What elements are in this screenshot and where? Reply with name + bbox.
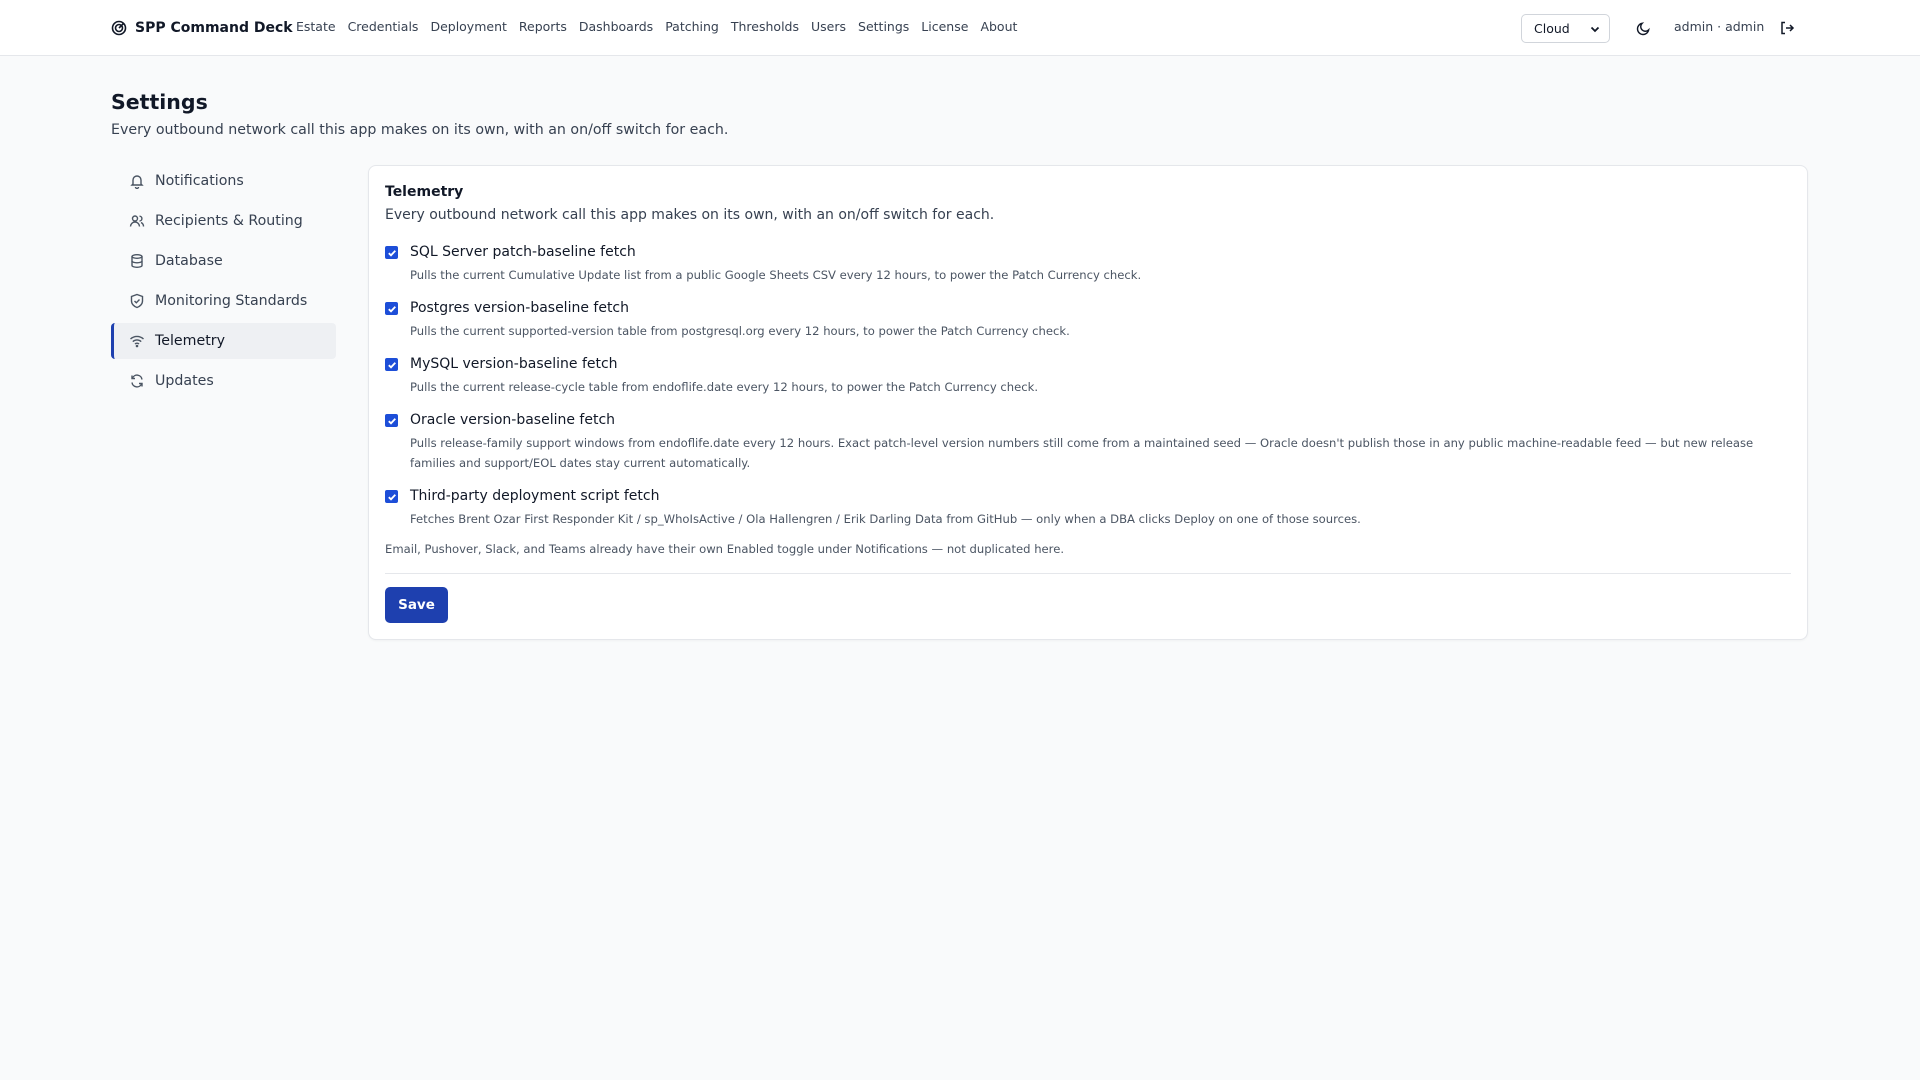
sidebar-item-recipients-routing[interactable]: Recipients & Routing	[111, 203, 336, 239]
check-icon	[387, 493, 396, 501]
option-label: Postgres version-baseline fetch	[410, 300, 630, 316]
sidebar-item-monitoring-standards[interactable]: Monitoring Standards	[111, 283, 336, 319]
environment-value: Cloud	[1534, 21, 1570, 36]
brand-name: SPP Command Deck	[135, 20, 293, 36]
option-label: Third-party deployment script fetch	[410, 488, 660, 504]
database-icon	[131, 254, 143, 268]
logout-button[interactable]	[1778, 19, 1796, 37]
page-subtitle: Every outbound network call this app mak…	[111, 122, 729, 138]
sidebar-item-label: Monitoring Standards	[155, 293, 308, 309]
sidebar-item-notifications[interactable]: Notifications	[111, 163, 336, 199]
sidebar-item-label: Recipients & Routing	[155, 213, 303, 229]
option-description: Pulls release-family support windows fro…	[410, 436, 1754, 470]
settings-sidebar: Notifications Recipients & Routing Datab…	[111, 163, 336, 403]
option-label: MySQL version-baseline fetch	[410, 356, 618, 372]
page-title: Settings	[111, 90, 208, 114]
sqlserver-baseline-checkbox[interactable]	[385, 246, 398, 259]
card-subtitle: Every outbound network call this app mak…	[385, 207, 995, 223]
moon-icon	[1636, 21, 1650, 35]
sidebar-item-label: Notifications	[155, 173, 244, 189]
postgres-baseline-checkbox[interactable]	[385, 302, 398, 315]
option-label: SQL Server patch-baseline fetch	[410, 244, 636, 260]
card-title: Telemetry	[385, 184, 464, 200]
nav-about[interactable]: About	[980, 19, 1017, 34]
sidebar-item-updates[interactable]: Updates	[111, 363, 336, 399]
nav-reports[interactable]: Reports	[519, 19, 567, 34]
nav-license[interactable]: License	[921, 19, 968, 34]
theme-toggle-button[interactable]	[1634, 19, 1652, 37]
telemetry-card: Telemetry Every outbound network call th…	[368, 165, 1808, 640]
check-icon	[387, 249, 396, 257]
sidebar-item-telemetry[interactable]: Telemetry	[111, 323, 336, 359]
bell-icon	[130, 175, 144, 189]
option-description: Pulls the current Cumulative Update list…	[410, 268, 1142, 282]
radar-icon	[111, 20, 127, 36]
users-icon	[129, 215, 145, 227]
sidebar-item-label: Telemetry	[155, 333, 225, 349]
sidebar-item-label: Database	[155, 253, 223, 269]
notifications-note: Email, Pushover, Slack, and Teams alread…	[385, 542, 1065, 556]
option-description: Pulls the current supported-version tabl…	[410, 324, 1070, 338]
oracle-baseline-checkbox[interactable]	[385, 414, 398, 427]
logout-icon	[1781, 21, 1795, 35]
chevron-down-icon	[1590, 26, 1600, 32]
option-label: Oracle version-baseline fetch	[410, 412, 616, 428]
sidebar-item-label: Updates	[155, 373, 214, 389]
option-description: Pulls the current release-cycle table fr…	[410, 380, 1039, 394]
nav-thresholds[interactable]: Thresholds	[731, 19, 799, 34]
check-icon	[387, 417, 396, 425]
nav-settings[interactable]: Settings	[858, 19, 909, 34]
nav-dashboards[interactable]: Dashboards	[579, 19, 653, 34]
check-icon	[387, 361, 396, 369]
environment-select[interactable]: Cloud	[1521, 14, 1610, 43]
option-description: Fetches Brent Ozar First Responder Kit /…	[410, 512, 1361, 526]
nav-credentials[interactable]: Credentials	[348, 19, 419, 34]
save-button[interactable]: Save	[385, 587, 448, 623]
check-icon	[387, 305, 396, 313]
shield-check-icon	[130, 293, 144, 309]
wifi-icon	[130, 335, 144, 348]
top-navbar: SPP Command Deck Estate Credentials Depl…	[0, 0, 1920, 56]
divider	[385, 573, 1791, 574]
nav-patching[interactable]: Patching	[665, 19, 719, 34]
refresh-icon	[131, 374, 143, 388]
main-nav: Estate Credentials Deployment Reports Da…	[296, 19, 1017, 34]
nav-users[interactable]: Users	[811, 19, 846, 34]
thirdparty-scripts-checkbox[interactable]	[385, 490, 398, 503]
sidebar-item-database[interactable]: Database	[111, 243, 336, 279]
user-label: admin · admin	[1674, 19, 1765, 34]
nav-estate[interactable]: Estate	[296, 19, 336, 34]
brand-logo[interactable]: SPP Command Deck	[111, 18, 293, 38]
mysql-baseline-checkbox[interactable]	[385, 358, 398, 371]
nav-deployment[interactable]: Deployment	[430, 19, 506, 34]
